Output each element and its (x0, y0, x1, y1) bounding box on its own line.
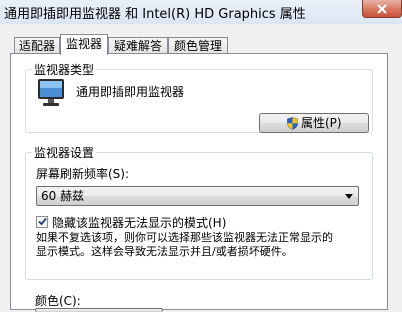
window-title: 通用即插即用监视器 和 Intel(R) HD Graphics 属性 (4, 7, 306, 22)
monitor-name: 通用即插即用监视器 (76, 85, 185, 99)
tab-troubleshoot[interactable]: 疑难解答 (108, 37, 168, 54)
monitor-type-title: 监视器类型 (32, 61, 97, 78)
monitor-icon (38, 79, 64, 106)
colors-label: 颜色(C): (35, 294, 81, 308)
hide-modes-label: 隐藏该监视器无法显示的模式(H) (52, 216, 227, 230)
shield-icon (287, 117, 298, 130)
tab-monitor[interactable]: 监视器 (60, 34, 108, 55)
refresh-rate-label: 屏幕刷新频率(S): (36, 167, 130, 181)
checkmark-icon (38, 217, 47, 226)
monitor-settings-group: 监视器设置 屏幕刷新频率(S): 60 赫兹 隐藏该监视器无法显示的模式(H) … (25, 144, 373, 280)
refresh-rate-select[interactable]: 60 赫兹 (36, 186, 359, 206)
monitor-settings-title: 监视器设置 (32, 144, 97, 161)
refresh-rate-value: 60 赫兹 (41, 189, 85, 203)
hide-modes-checkbox[interactable] (36, 216, 48, 228)
properties-button[interactable]: 属性(P) (259, 113, 369, 133)
help-line-2: 显示模式。这样会导致无法显示并且/或者损坏硬件。 (36, 245, 293, 258)
monitor-type-group: 监视器类型 通用即插即用监视器 属性(P) (25, 61, 373, 133)
close-button[interactable] (362, 0, 402, 18)
hide-modes-help-text: 如果不复选该项，则你可以选择那些该监视器无法正常显示的 显示模式。这样会导致无法… (36, 231, 368, 259)
title-bar: 通用即插即用监视器 和 Intel(R) HD Graphics 属性 (0, 0, 402, 24)
colors-select[interactable] (35, 308, 163, 312)
close-icon (377, 3, 387, 14)
tab-panel-monitor: 监视器类型 通用即插即用监视器 属性(P) 监视器设置 屏幕刷新频率(S): 6… (10, 53, 388, 312)
properties-button-label: 属性(P) (301, 116, 342, 130)
tab-color-management[interactable]: 颜色管理 (168, 37, 228, 54)
help-line-1: 如果不复选该项，则你可以选择那些该监视器无法正常显示的 (36, 231, 333, 244)
tab-adapter[interactable]: 适配器 (14, 37, 60, 54)
chevron-down-icon (345, 194, 353, 199)
